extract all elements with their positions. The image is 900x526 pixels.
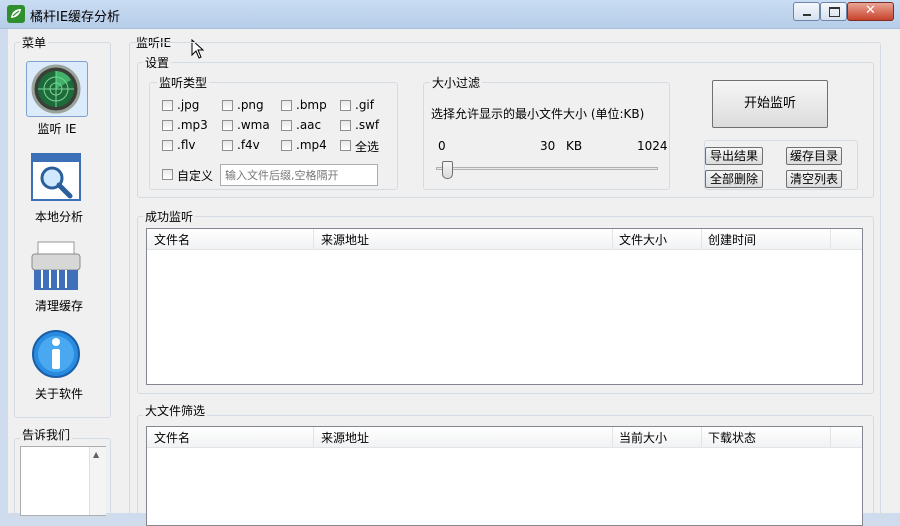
sidebar-item-clean-cache[interactable] [26,238,86,292]
checkbox-label: .aac [296,118,322,132]
checkbox-label: .flv [177,138,196,152]
column-header-source[interactable]: 来源地址 [321,429,369,446]
column-separator[interactable] [830,229,831,249]
checkbox-label: .swf [355,118,380,132]
column-separator[interactable] [612,229,613,249]
column-header-created[interactable]: 创建时间 [708,231,756,248]
radar-icon [31,64,81,117]
listen-types-label: 监听类型 [157,74,210,91]
cache-directory-button[interactable]: 缓存目录 [786,147,842,165]
maximize-button[interactable] [820,2,847,21]
start-monitor-button[interactable]: 开始监听 [712,80,828,128]
success-monitor-label: 成功监听 [143,208,196,225]
checkbox-mp3[interactable] [162,120,173,131]
sidebar-item-label: 关于软件 [34,387,83,401]
sidebar-item-label: 监听 IE [37,122,77,136]
close-button[interactable]: ✕ [847,2,894,21]
large-files-label: 大文件筛选 [143,402,208,419]
checkbox-wma[interactable] [222,120,233,131]
column-separator[interactable] [830,427,831,447]
size-filter-group [423,82,670,190]
info-icon [31,329,81,382]
checkbox-label: .mp3 [177,118,208,132]
checkbox-label: .f4v [237,138,260,152]
checkbox-gif[interactable] [340,100,351,111]
checkbox-label: .gif [355,98,374,112]
checkbox-label: .png [237,98,264,112]
app-leaf-icon [7,5,25,23]
sidebar-item-about[interactable] [26,327,86,381]
checkbox-custom[interactable] [162,169,173,180]
checkbox-label: 全选 [355,140,380,154]
slider-current-value: 30 [540,139,556,153]
success-list-header: 文件名 来源地址 文件大小 创建时间 [147,229,862,250]
sidebar-item-monitor-ie[interactable] [26,61,88,117]
scroll-up-arrow-icon[interactable]: ▲ [93,450,99,459]
checkbox-bmp[interactable] [281,100,292,111]
slider-min-label: 0 [438,139,446,153]
sidebar-item-local-analysis[interactable] [26,150,86,204]
slider-unit-label: KB [566,139,583,153]
column-separator[interactable] [701,427,702,447]
window-title: 橘杆IE缓存分析 [30,10,121,25]
checkbox-label: .jpg [177,98,200,112]
checkbox-label: .mp4 [296,138,327,152]
success-list[interactable]: 文件名 来源地址 文件大小 创建时间 [146,228,863,385]
checkbox-mp4[interactable] [281,140,292,151]
export-results-button[interactable]: 导出结果 [705,147,763,165]
clear-list-button[interactable]: 清空列表 [786,170,842,188]
size-filter-label: 大小过滤 [430,74,483,91]
checkbox-label: .bmp [296,98,327,112]
column-header-current-size[interactable]: 当前大小 [619,429,667,446]
checkbox-jpg[interactable] [162,100,173,111]
delete-all-button[interactable]: 全部删除 [705,170,763,188]
column-header-filename[interactable]: 文件名 [154,429,190,446]
size-slider-track[interactable] [436,167,658,170]
settings-label: 设置 [143,54,172,71]
minimize-button[interactable] [793,2,820,21]
maximize-icon [829,7,840,17]
checkbox-label: .wma [237,118,270,132]
checkbox-png[interactable] [222,100,233,111]
minimize-icon [803,14,811,16]
sidebar-item-label: 本地分析 [34,210,83,224]
column-separator[interactable] [701,229,702,249]
checkbox-select-all[interactable] [340,140,351,151]
column-separator[interactable] [313,427,314,447]
close-icon: ✕ [865,3,876,18]
large-files-list[interactable]: 文件名 来源地址 当前大小 下载状态 [146,426,863,526]
sidebar-menu-label: 菜单 [20,34,49,51]
slider-max-label: 1024 [637,139,668,153]
column-separator[interactable] [313,229,314,249]
feedback-label: 告诉我们 [20,426,73,443]
magnifier-window-icon [30,152,82,207]
checkbox-aac[interactable] [281,120,292,131]
checkbox-flv[interactable] [162,140,173,151]
custom-extension-input[interactable] [220,164,378,186]
shredder-icon [30,240,82,295]
checkbox-swf[interactable] [340,120,351,131]
size-filter-description: 选择允许显示的最小文件大小 (单位:KB) [431,107,645,121]
column-separator[interactable] [612,427,613,447]
sidebar-item-label: 清理缓存 [34,299,83,313]
checkbox-f4v[interactable] [222,140,233,151]
column-header-filesize[interactable]: 文件大小 [619,231,667,248]
large-files-header: 文件名 来源地址 当前大小 下载状态 [147,427,862,448]
checkbox-label: 自定义 [177,169,214,183]
column-header-source[interactable]: 来源地址 [321,231,369,248]
column-header-filename[interactable]: 文件名 [154,231,190,248]
title-bar[interactable]: 橘杆IE缓存分析 ✕ [0,0,900,29]
column-header-download-status[interactable]: 下载状态 [708,429,756,446]
size-slider-thumb[interactable] [442,161,454,179]
